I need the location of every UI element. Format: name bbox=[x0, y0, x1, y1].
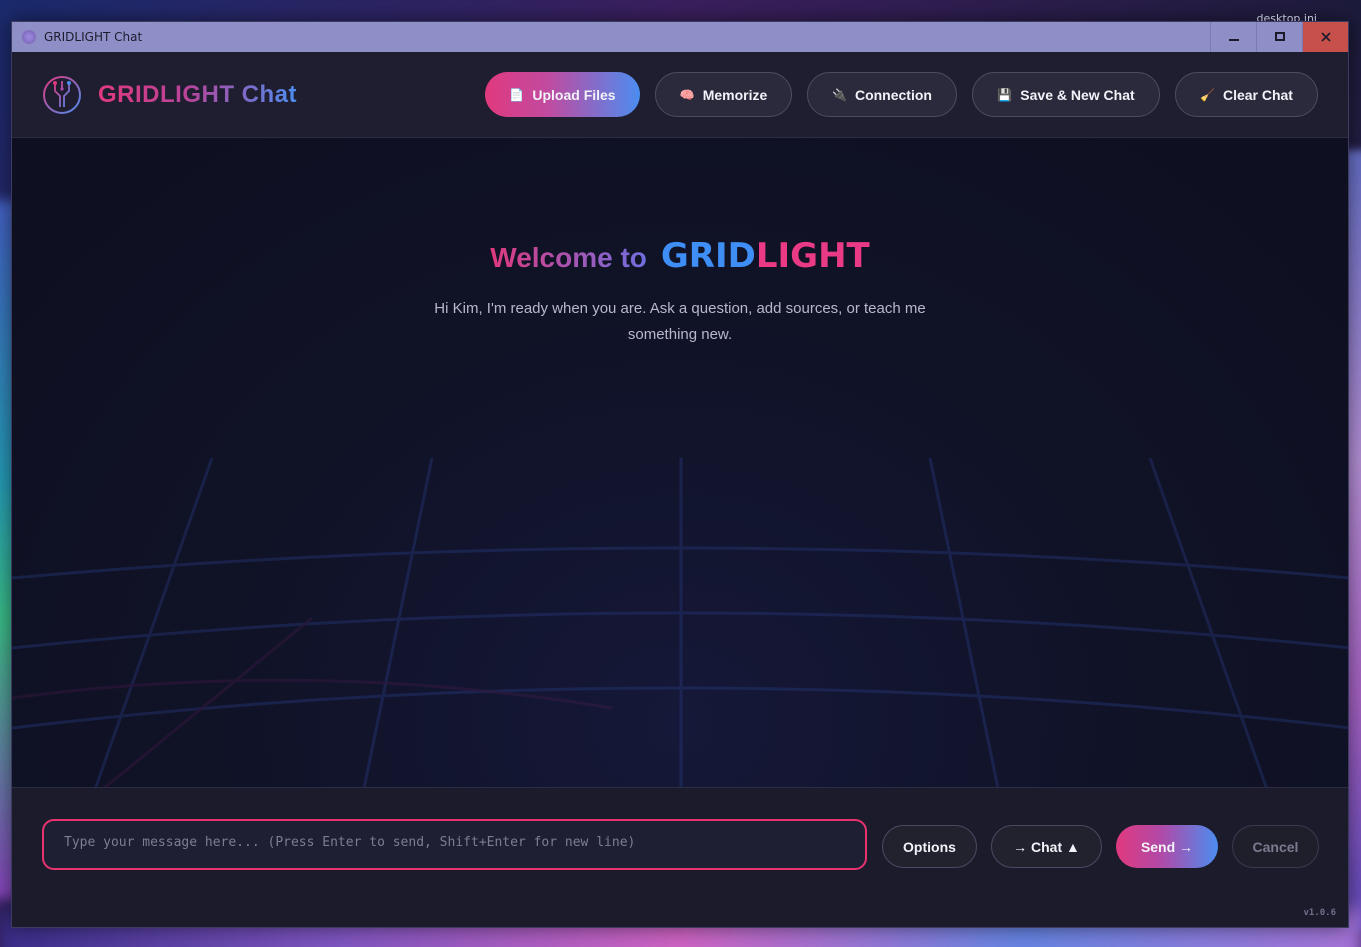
save-new-chat-label: Save & New Chat bbox=[1020, 86, 1135, 103]
close-button[interactable] bbox=[1302, 22, 1348, 52]
window-controls bbox=[1210, 22, 1348, 52]
window-title: GRIDLIGHT Chat bbox=[44, 30, 143, 44]
message-input[interactable] bbox=[42, 819, 867, 870]
memorize-button[interactable]: 🧠 Memorize bbox=[655, 72, 792, 117]
maximize-button[interactable] bbox=[1256, 22, 1302, 52]
upload-files-button[interactable]: 📄 Upload Files bbox=[485, 72, 640, 117]
brand-grid-text: GRID bbox=[660, 236, 756, 276]
document-icon: 📄 bbox=[509, 87, 525, 102]
grid-background bbox=[12, 458, 1348, 788]
app-header: GRIDLIGHT Chat 📄 Upload Files 🧠 Memorize… bbox=[12, 52, 1348, 138]
title-bar[interactable]: GRIDLIGHT Chat bbox=[12, 22, 1348, 52]
app-icon bbox=[22, 30, 36, 44]
options-button[interactable]: Options bbox=[882, 825, 977, 868]
minimize-icon bbox=[1228, 39, 1239, 41]
connection-button[interactable]: 🔌 Connection bbox=[807, 72, 957, 117]
header-toolbar: 📄 Upload Files 🧠 Memorize 🔌 Connection 💾… bbox=[485, 72, 1318, 117]
brand-light-text: LIGHT bbox=[755, 236, 870, 276]
maximize-icon bbox=[1274, 32, 1285, 41]
clear-chat-button[interactable]: 🧹 Clear Chat bbox=[1175, 72, 1318, 117]
clear-chat-label: Clear Chat bbox=[1222, 86, 1293, 103]
connection-label: Connection bbox=[854, 86, 932, 103]
upload-files-label: Upload Files bbox=[532, 86, 616, 103]
circuit-logo-icon bbox=[43, 75, 81, 114]
memorize-label: Memorize bbox=[702, 86, 768, 103]
welcome-subtitle: Hi Kim, I'm ready when you are. Ask a qu… bbox=[434, 300, 926, 343]
app-window: GRIDLIGHT Chat GRIDLIGHT Chat 📄 Upload F… bbox=[11, 21, 1349, 928]
version-label: v1.0.6 bbox=[1303, 908, 1336, 918]
cancel-button[interactable]: Cancel bbox=[1232, 825, 1319, 868]
logo-text: GRIDLIGHT Chat bbox=[98, 80, 297, 108]
close-icon bbox=[1320, 32, 1331, 42]
save-new-chat-button[interactable]: 💾 Save & New Chat bbox=[972, 72, 1160, 117]
logo: GRIDLIGHT Chat bbox=[42, 75, 297, 115]
mode-dropdown-button[interactable]: → Chat ▲ bbox=[991, 825, 1102, 868]
plug-icon: 🔌 bbox=[832, 87, 847, 102]
floppy-disk-icon: 💾 bbox=[997, 87, 1013, 102]
welcome-section: Welcome to GRID LIGHT Hi Kim, I'm ready w… bbox=[12, 236, 1348, 348]
chat-area[interactable]: Welcome to GRID LIGHT Hi Kim, I'm ready w… bbox=[12, 138, 1348, 788]
welcome-prefix: Welcome to bbox=[490, 242, 647, 273]
welcome-title: Welcome to GRID LIGHT bbox=[490, 236, 869, 276]
broom-icon: 🧹 bbox=[1200, 87, 1215, 102]
composer-bar: Options → Chat ▲ Send → Cancel v1.0.6 bbox=[12, 787, 1348, 927]
send-button[interactable]: Send → bbox=[1116, 825, 1218, 868]
brain-icon: 🧠 bbox=[679, 87, 695, 102]
minimize-button[interactable] bbox=[1210, 22, 1256, 52]
